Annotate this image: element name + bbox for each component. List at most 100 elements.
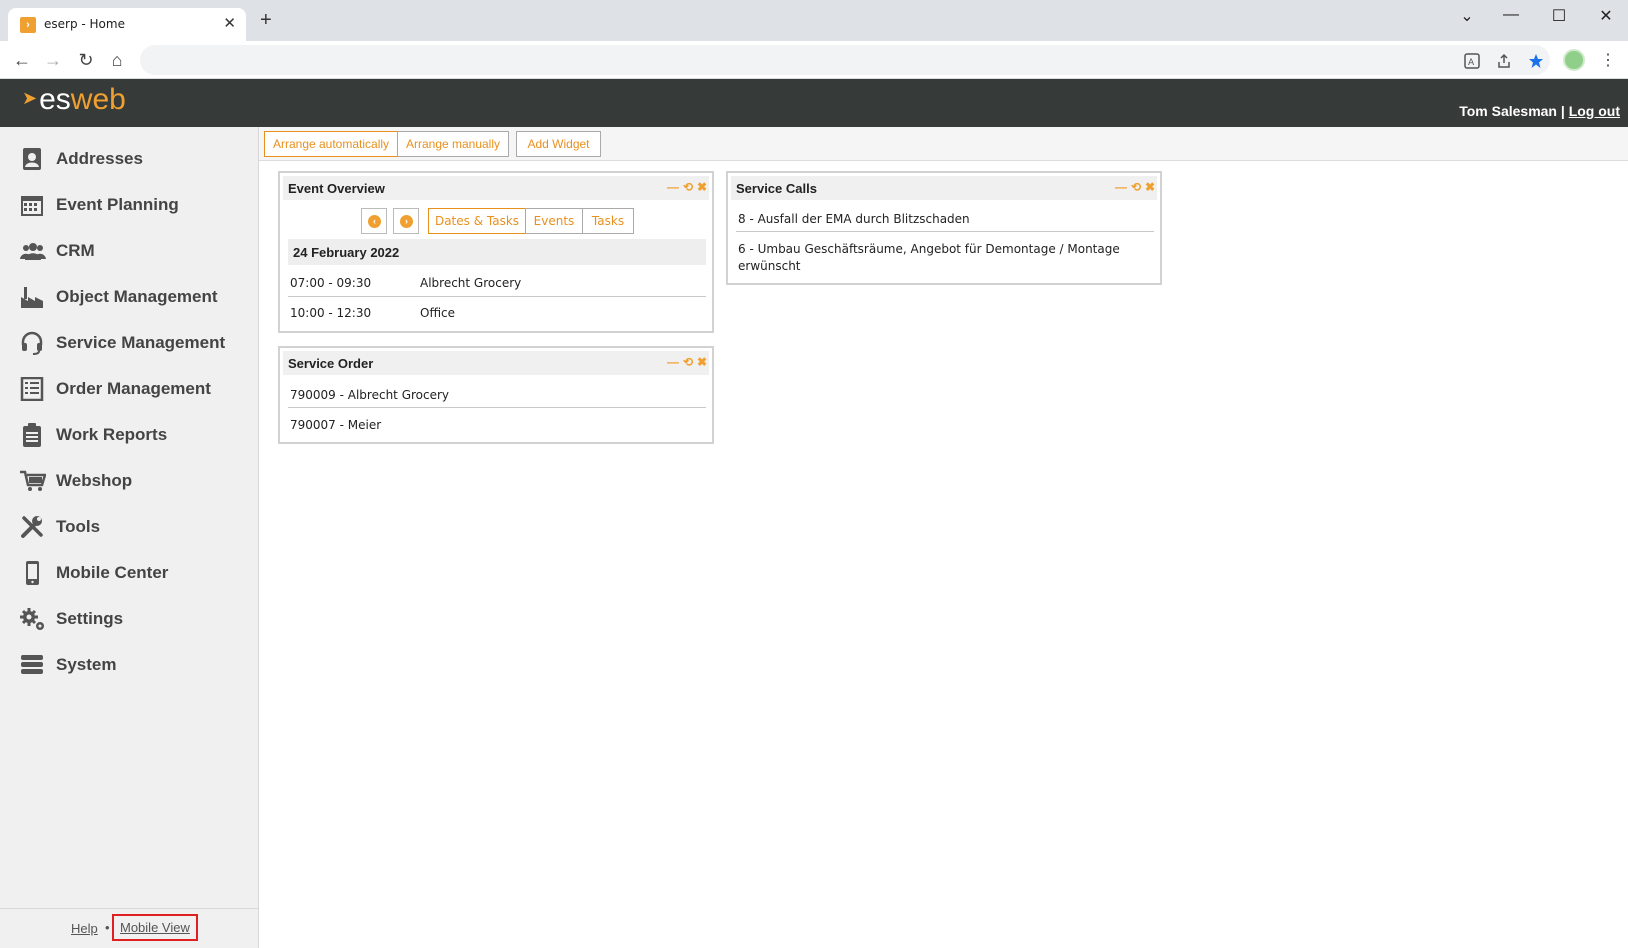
event-overview-widget: Event Overview — ⟲ ✖ ‹ › Dates & Tasks E… bbox=[278, 171, 714, 333]
arrange-manually-button[interactable]: Arrange manually bbox=[397, 131, 509, 157]
minimize-icon[interactable]: — bbox=[667, 180, 679, 194]
svg-text:A: A bbox=[1468, 58, 1475, 68]
sidebar: Addresses Event Planning CRM Object Mana… bbox=[0, 127, 259, 948]
close-window-icon[interactable]: ✕ bbox=[1594, 6, 1618, 26]
sidebar-item-label: Mobile Center bbox=[56, 563, 169, 582]
widget-title: Service Calls bbox=[736, 181, 817, 196]
sidebar-item-label: Addresses bbox=[56, 149, 143, 168]
user-info: Tom Salesman | Log out bbox=[1459, 103, 1620, 119]
maximize-window-icon[interactable]: ☐ bbox=[1547, 6, 1571, 26]
tab-search-icon[interactable]: ⌄ bbox=[1455, 6, 1479, 26]
gears-icon bbox=[20, 607, 46, 631]
translate-icon[interactable]: A bbox=[1464, 53, 1480, 72]
browser-menu-icon[interactable]: ⋮ bbox=[1600, 50, 1616, 70]
app-header: ➤esweb Tom Salesman | Log out bbox=[0, 79, 1628, 127]
sidebar-item-service-management[interactable]: Service Management bbox=[0, 323, 259, 363]
widget-header: Service Calls — ⟲ ✖ bbox=[731, 176, 1157, 200]
sidebar-item-order-management[interactable]: Order Management bbox=[0, 369, 259, 409]
star-icon[interactable] bbox=[1528, 53, 1544, 72]
list-item[interactable]: 790009 - Albrecht Grocery bbox=[290, 388, 706, 402]
user-name: Tom Salesman bbox=[1459, 103, 1557, 119]
profile-avatar[interactable] bbox=[1563, 49, 1585, 71]
close-icon[interactable]: ✖ bbox=[1145, 180, 1155, 194]
arrow-right-icon: › bbox=[400, 215, 413, 228]
logo-arrow-icon: ➤ bbox=[22, 88, 38, 108]
sidebar-item-label: Service Management bbox=[56, 333, 226, 352]
event-time: 07:00 - 09:30 bbox=[290, 276, 372, 290]
minimize-icon[interactable]: — bbox=[667, 355, 679, 369]
tab-events[interactable]: Events bbox=[525, 208, 583, 234]
address-book-icon bbox=[20, 147, 46, 171]
previous-day-button[interactable]: ‹ bbox=[361, 208, 387, 234]
widget-title: Event Overview bbox=[288, 181, 385, 196]
date-heading: 24 February 2022 bbox=[288, 239, 706, 265]
sidebar-item-label: Settings bbox=[56, 609, 124, 628]
sidebar-item-label: Event Planning bbox=[56, 195, 179, 214]
widget-header: Event Overview — ⟲ ✖ bbox=[283, 176, 709, 200]
event-name: Office bbox=[420, 306, 456, 320]
sidebar-item-label: CRM bbox=[56, 241, 95, 260]
logout-link[interactable]: Log out bbox=[1569, 103, 1620, 119]
add-widget-button[interactable]: Add Widget bbox=[516, 131, 601, 157]
calendar-icon bbox=[20, 193, 46, 217]
sidebar-item-label: Work Reports bbox=[56, 425, 168, 444]
row-divider bbox=[288, 407, 706, 408]
arrange-automatically-button[interactable]: Arrange automatically bbox=[264, 131, 398, 157]
browser-tab[interactable]: › eserp - Home ✕ bbox=[8, 8, 246, 41]
server-icon bbox=[20, 653, 46, 677]
sidebar-item-tools[interactable]: Tools bbox=[0, 507, 259, 547]
arrow-left-icon: ‹ bbox=[368, 215, 381, 228]
list-item[interactable]: 790007 - Meier bbox=[290, 418, 706, 432]
minimize-icon[interactable]: — bbox=[1115, 180, 1127, 194]
tools-icon bbox=[20, 515, 46, 539]
sidebar-item-mobile-center[interactable]: Mobile Center bbox=[0, 553, 259, 593]
sidebar-item-webshop[interactable]: Webshop bbox=[0, 461, 259, 501]
list-item[interactable]: 6 - Umbau Geschäftsräume, Angebot für De… bbox=[738, 241, 1154, 275]
browser-toolbar: ← → ↻ ⌂ A ⋮ bbox=[0, 41, 1628, 79]
tab-dates-tasks[interactable]: Dates & Tasks bbox=[428, 208, 526, 234]
sidebar-item-system[interactable]: System bbox=[0, 645, 259, 685]
service-order-widget: Service Order — ⟲ ✖ 790009 - Albrecht Gr… bbox=[278, 346, 714, 444]
refresh-icon[interactable]: ⟲ bbox=[683, 355, 693, 369]
minimize-window-icon[interactable]: — bbox=[1499, 6, 1523, 24]
browser-tab-strip: › eserp - Home ✕ + ⌄ — ☐ ✕ bbox=[0, 0, 1628, 41]
clipboard-icon bbox=[20, 423, 46, 447]
tab-tasks[interactable]: Tasks bbox=[582, 208, 634, 234]
mobile-icon bbox=[20, 561, 46, 585]
refresh-icon[interactable]: ⟲ bbox=[683, 180, 693, 194]
back-icon[interactable]: ← bbox=[11, 50, 33, 70]
list-icon bbox=[20, 376, 46, 402]
forward-icon[interactable]: → bbox=[42, 50, 64, 70]
sidebar-item-crm[interactable]: CRM bbox=[0, 231, 259, 271]
sidebar-item-settings[interactable]: Settings bbox=[0, 599, 259, 639]
next-day-button[interactable]: › bbox=[393, 208, 419, 234]
refresh-icon[interactable]: ⟲ bbox=[1131, 180, 1141, 194]
cart-icon bbox=[20, 469, 47, 493]
new-tab-icon[interactable]: + bbox=[260, 10, 272, 30]
reload-icon[interactable]: ↻ bbox=[75, 50, 97, 70]
list-item[interactable]: 07:00 - 09:30 Albrecht Grocery bbox=[290, 276, 706, 290]
home-icon[interactable]: ⌂ bbox=[106, 50, 128, 70]
footer-separator: • bbox=[105, 920, 110, 935]
widget-header: Service Order — ⟲ ✖ bbox=[283, 351, 709, 375]
sidebar-item-label: Order Management bbox=[56, 379, 211, 398]
sidebar-footer: Help • Mobile View bbox=[0, 908, 259, 948]
sidebar-item-object-management[interactable]: Object Management bbox=[0, 277, 259, 317]
sidebar-item-label: System bbox=[56, 655, 117, 674]
help-link[interactable]: Help bbox=[71, 921, 98, 936]
address-bar[interactable]: A bbox=[140, 45, 1550, 75]
row-divider bbox=[288, 296, 706, 297]
mobile-view-link[interactable]: Mobile View bbox=[112, 914, 198, 941]
favicon-icon: › bbox=[20, 17, 36, 33]
sidebar-item-work-reports[interactable]: Work Reports bbox=[0, 415, 259, 455]
sidebar-item-event-planning[interactable]: Event Planning bbox=[0, 185, 259, 225]
esweb-logo[interactable]: ➤esweb bbox=[22, 83, 126, 117]
tab-close-icon[interactable]: ✕ bbox=[223, 14, 236, 32]
row-divider bbox=[736, 231, 1154, 232]
share-icon[interactable] bbox=[1496, 53, 1512, 72]
close-icon[interactable]: ✖ bbox=[697, 180, 707, 194]
list-item[interactable]: 8 - Ausfall der EMA durch Blitzschaden bbox=[738, 212, 1154, 226]
list-item[interactable]: 10:00 - 12:30 Office bbox=[290, 306, 706, 320]
close-icon[interactable]: ✖ bbox=[697, 355, 707, 369]
sidebar-item-addresses[interactable]: Addresses bbox=[0, 139, 259, 179]
